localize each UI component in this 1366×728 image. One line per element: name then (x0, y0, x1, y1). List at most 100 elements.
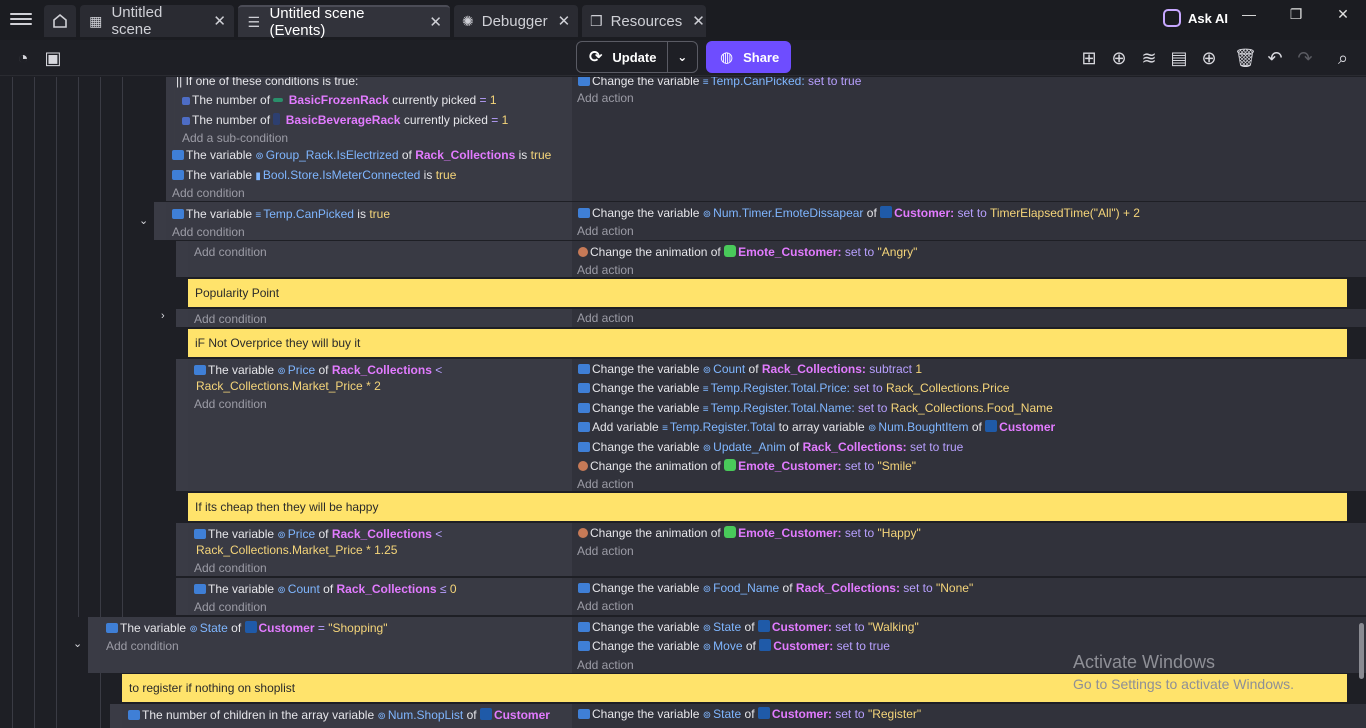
action-set-canpicked[interactable]: Change the variable ≡ Temp.CanPicked: set… (578, 77, 861, 89)
event-handle[interactable] (110, 704, 122, 728)
add-subevent-icon[interactable]: ⊕ (1108, 47, 1130, 69)
condition-price-x125[interactable]: The variable ⊚ Price of Rack_Collections … (194, 526, 442, 542)
comment-not-overprice[interactable]: iF Not Overprice they will buy it (188, 329, 1347, 357)
action-food-none[interactable]: Change the variable ⊚ Food_Name of Rack_C… (578, 580, 973, 596)
condition-state-shopping[interactable]: The variable ⊚ State of Customer = "Shopp… (106, 620, 387, 636)
share-button[interactable]: ◍ Share (706, 41, 791, 73)
comment-cheap[interactable]: If its cheap then they will be happy (188, 493, 1347, 521)
add-subcondition-link[interactable]: Add a sub-condition (182, 130, 288, 146)
chevron-down-icon[interactable]: ⌄ (73, 637, 82, 650)
add-condition-link[interactable]: Add condition (194, 311, 267, 327)
home-tab[interactable] (44, 5, 76, 37)
condition-bool-store[interactable]: The variable ▮ Bool.Store.IsMeterConnecte… (172, 167, 456, 183)
event-actions[interactable] (572, 309, 1366, 327)
structure-icon: ⊚ (702, 642, 712, 653)
condition-price-x2[interactable]: The variable ⊚ Price of Rack_Collections … (194, 362, 442, 378)
add-link-icon[interactable]: ≋ (1138, 47, 1160, 69)
or-guide (174, 77, 175, 145)
redo-icon[interactable]: ↷ (1294, 47, 1316, 69)
ask-ai-button[interactable]: Ask AI (1163, 9, 1228, 27)
emote-object-icon (724, 245, 737, 257)
action-move-true[interactable]: Change the variable ⊚ Move of Customer: s… (578, 638, 890, 654)
add-comment-icon[interactable]: ▤ (1168, 47, 1190, 69)
add-condition-link[interactable]: Add condition (194, 560, 267, 576)
text-variable-icon: ≡ (702, 404, 709, 415)
chevron-down-icon[interactable]: ⌄ (139, 214, 148, 227)
event-handle[interactable] (88, 617, 100, 673)
vertical-scrollbar[interactable] (1359, 623, 1364, 679)
add-action-link[interactable]: Add action (577, 598, 634, 614)
add-action-link[interactable]: Add action (577, 262, 634, 278)
add-action-link[interactable]: Add action (577, 476, 634, 492)
action-anim-happy[interactable]: Change the animation of Emote_Customer: … (578, 525, 921, 541)
add-condition-link[interactable]: Add condition (172, 224, 245, 240)
tab-untitled-scene[interactable]: ▦ Untitled scene ✕ (80, 4, 234, 38)
tab-resources[interactable]: ❒ Resources ✕ (582, 5, 706, 37)
title-bar: ▦ Untitled scene ✕ ☰ Untitled scene (Eve… (0, 0, 1366, 40)
add-action-link[interactable]: Add action (577, 310, 634, 326)
close-icon[interactable]: ✕ (558, 12, 571, 30)
undo-icon[interactable]: ↶ (1264, 47, 1286, 69)
event-handle[interactable] (176, 523, 188, 576)
delete-icon[interactable]: 🗑 (1234, 47, 1257, 69)
action-anim-smile[interactable]: Change the animation of Emote_Customer: … (578, 458, 916, 474)
action-update-anim[interactable]: Change the variable ⊚ Update_Anim of Rack… (578, 439, 963, 455)
event-handle[interactable] (176, 309, 188, 327)
close-window-icon[interactable]: ✕ (1320, 0, 1366, 28)
structure-icon: ⊚ (189, 624, 198, 635)
close-icon[interactable]: ✕ (429, 13, 442, 31)
action-state-walking[interactable]: Change the variable ⊚ State of Customer: … (578, 619, 919, 635)
add-condition-link[interactable]: Add condition (172, 185, 245, 201)
update-button[interactable]: ⟳ Update ⌄ (576, 41, 698, 73)
add-condition-link[interactable]: Add condition (106, 638, 179, 654)
add-action-link[interactable]: Add action (577, 90, 634, 106)
add-event-icon[interactable]: ⊞ (1078, 47, 1100, 69)
add-action-link[interactable]: Add action (577, 657, 634, 673)
add-condition-link[interactable]: Add condition (194, 599, 267, 615)
event-actions[interactable] (572, 77, 1366, 201)
condition-count-zero[interactable]: The variable ⊚ Count of Rack_Collections … (194, 581, 457, 597)
add-condition-link[interactable]: Add condition (194, 396, 267, 412)
chevron-right-icon[interactable]: › (161, 310, 165, 322)
condition-group-rack[interactable]: The variable ⊚ Group_Rack.IsElectrized of… (172, 147, 551, 163)
search-icon[interactable]: ⌕ (1332, 47, 1354, 69)
activate-windows-subtitle: Go to Settings to activate Windows. (1073, 676, 1294, 692)
event-handle[interactable] (176, 578, 188, 615)
action-subtract-count[interactable]: Change the variable ⊚ Count of Rack_Colle… (578, 361, 922, 377)
minimize-icon[interactable]: — (1226, 0, 1272, 28)
variable-icon (578, 641, 590, 651)
save-icon[interactable]: ▣ (42, 47, 64, 69)
event-handle[interactable] (154, 202, 166, 240)
menu-icon[interactable] (10, 10, 32, 30)
condition-frozen-rack[interactable]: The number of BasicFrozenRack currently … (182, 92, 497, 108)
add-condition-link[interactable]: Add condition (194, 244, 267, 260)
action-register-price[interactable]: Change the variable ≡ Temp.Register.Total… (578, 380, 1009, 396)
variable-icon (172, 170, 184, 180)
comment-popularity[interactable]: Popularity Point (188, 279, 1347, 307)
maximize-icon[interactable]: ❐ (1273, 0, 1319, 28)
action-register-name[interactable]: Change the variable ≡ Temp.Register.Total… (578, 400, 1053, 416)
variable-icon (578, 622, 590, 632)
tab-debugger[interactable]: ✺ Debugger ✕ (454, 5, 578, 37)
share-label: Share (743, 49, 780, 65)
history-icon[interactable]: ◔ (12, 47, 34, 69)
condition-canpicked[interactable]: The variable ≡ Temp.CanPicked is true (172, 206, 390, 222)
add-icon[interactable]: ⊕ (1198, 47, 1220, 69)
tab-untitled-scene-events[interactable]: ☰ Untitled scene (Events) ✕ (238, 5, 450, 39)
add-action-link[interactable]: Add action (577, 223, 634, 239)
chevron-down-icon[interactable]: ⌄ (668, 50, 697, 64)
add-action-link[interactable]: Add action (577, 543, 634, 559)
variable-icon (128, 710, 140, 720)
close-icon[interactable]: ✕ (213, 12, 226, 30)
action-timer[interactable]: Change the variable ⊚ Num.Timer.EmoteDiss… (578, 205, 1140, 221)
action-state-register[interactable]: Change the variable ⊚ State of Customer: … (578, 706, 921, 722)
tab-label: Untitled scene (Events) (269, 5, 365, 39)
condition-shoplist-children[interactable]: The number of children in the array vari… (128, 707, 550, 723)
action-anim-angry[interactable]: Change the animation of Emote_Customer: … (578, 244, 917, 260)
event-handle[interactable] (176, 241, 188, 277)
action-add-to-array[interactable]: Add variable ≡ Temp.Register.Total to arr… (578, 419, 1055, 435)
close-icon[interactable]: ✕ (692, 12, 705, 30)
condition-beverage-rack[interactable]: The number of BasicBeverageRack currentl… (182, 112, 508, 128)
event-handle[interactable] (176, 359, 188, 491)
emote-object-icon (724, 526, 737, 538)
